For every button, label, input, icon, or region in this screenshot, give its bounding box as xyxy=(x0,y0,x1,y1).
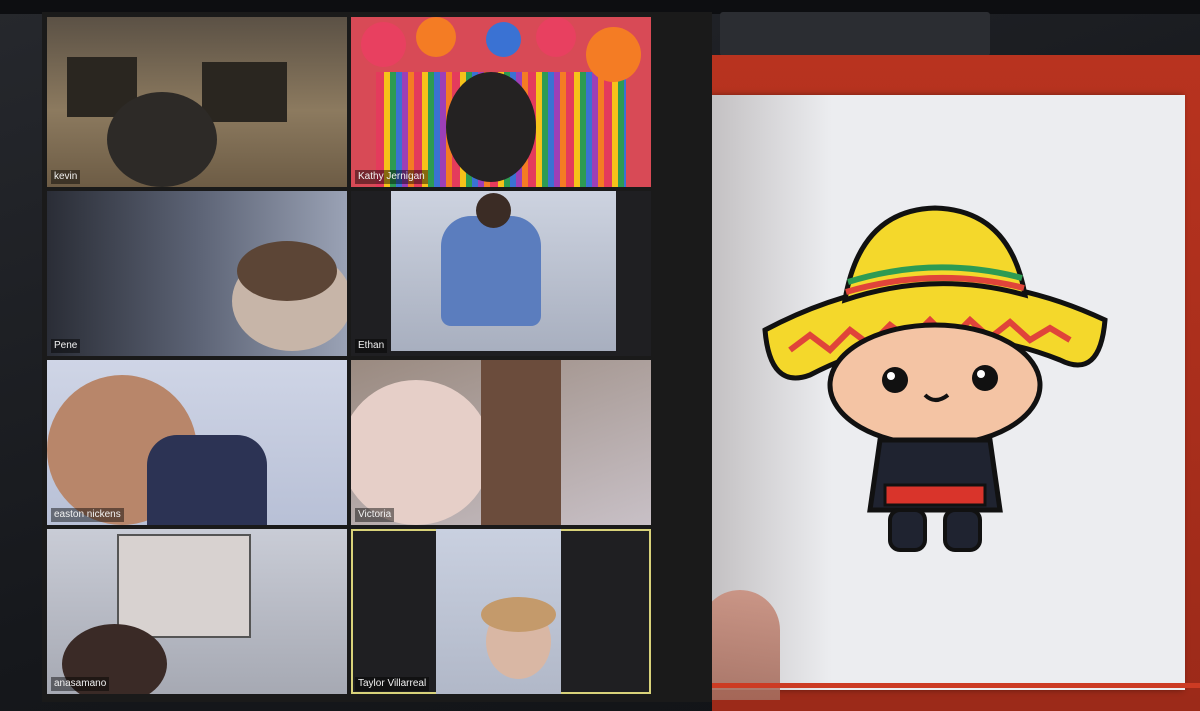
participant-silhouette xyxy=(446,72,536,182)
window xyxy=(202,62,287,122)
participant-silhouette xyxy=(107,92,217,187)
participant-head xyxy=(476,193,511,228)
character-face xyxy=(827,322,1043,448)
video-tile[interactable]: Ethan xyxy=(351,191,651,356)
video-tile[interactable]: easton nickens xyxy=(47,360,347,525)
participant-name: anasamano xyxy=(51,677,110,691)
participant-name: Kathy Jernigan xyxy=(355,170,428,184)
participant-body xyxy=(441,216,541,326)
red-sash xyxy=(883,483,987,507)
video-tile[interactable]: Pene xyxy=(47,191,347,356)
participant-name: kevin xyxy=(51,170,81,184)
right-eye xyxy=(972,365,998,391)
video-tile[interactable]: Victoria xyxy=(351,360,651,525)
video-tile-active-speaker[interactable]: Taylor Villarreal xyxy=(351,529,651,694)
participant-name: easton nickens xyxy=(51,508,124,522)
video-tile[interactable]: kevin xyxy=(47,17,347,187)
participant-hair xyxy=(481,597,556,632)
video-tile[interactable]: anasamano xyxy=(47,529,347,694)
paper-flower xyxy=(361,22,406,67)
participant-name: Pene xyxy=(51,339,81,353)
participant-shirt xyxy=(147,435,267,525)
paper-flower xyxy=(536,17,576,57)
sombrero-character-drawing xyxy=(762,205,1108,552)
paper-flower xyxy=(586,27,641,82)
participant-hair xyxy=(237,241,337,301)
participant-face xyxy=(351,380,491,525)
left-eye xyxy=(882,367,908,393)
left-leg xyxy=(888,508,927,552)
video-tile[interactable]: Kathy Jernigan xyxy=(351,17,651,187)
background-object xyxy=(720,12,990,56)
participant-name: Ethan xyxy=(355,339,388,353)
wall-picture xyxy=(117,534,251,638)
participant-hair xyxy=(481,360,561,525)
right-leg xyxy=(943,508,982,552)
participant-name: Victoria xyxy=(355,508,395,522)
paper-flower xyxy=(416,17,456,57)
paper-flower xyxy=(486,22,521,57)
participant-name: Taylor Villarreal xyxy=(355,677,430,691)
red-edge xyxy=(712,683,1200,688)
video-gallery: kevin Kathy Jernigan Pene Ethan easton n… xyxy=(42,12,712,702)
